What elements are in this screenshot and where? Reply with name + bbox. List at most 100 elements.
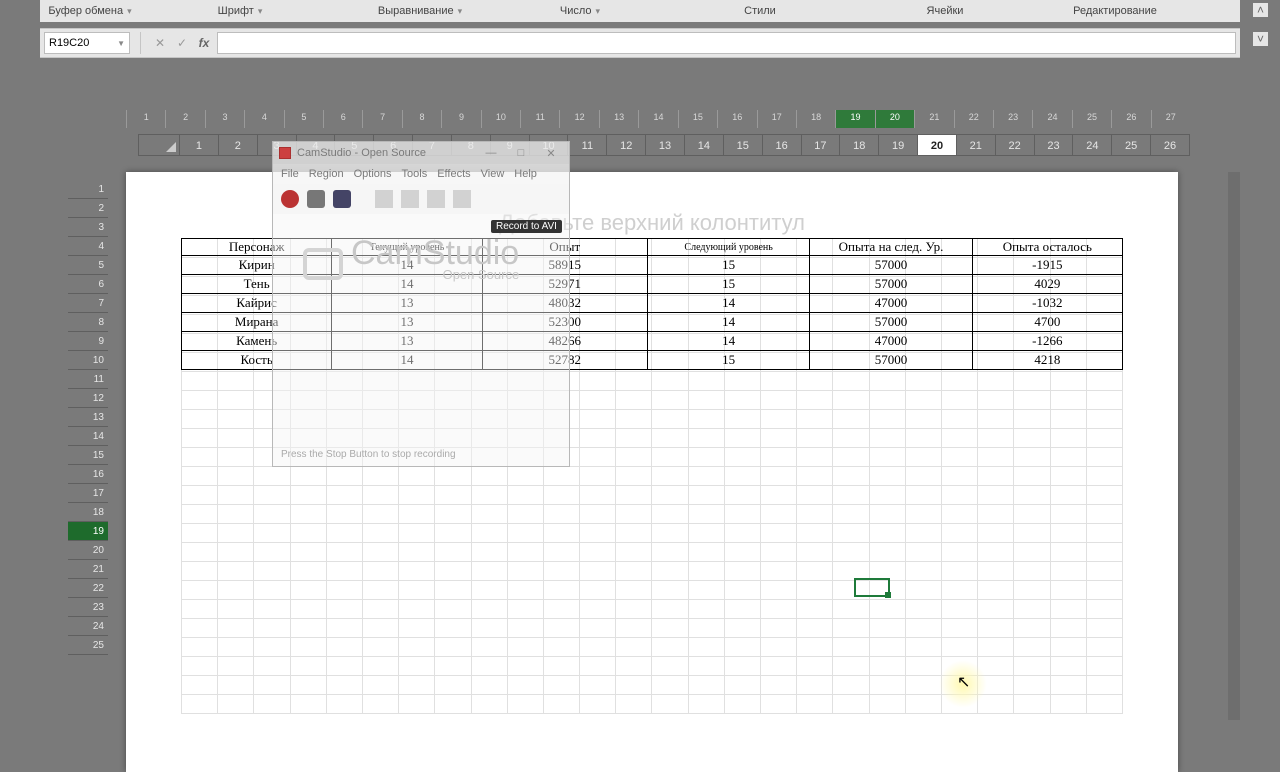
cell[interactable] xyxy=(254,524,290,543)
row-header[interactable]: 6 xyxy=(68,275,108,294)
cell[interactable] xyxy=(182,486,218,505)
cell[interactable] xyxy=(290,619,326,638)
cell[interactable] xyxy=(507,676,543,695)
cell[interactable] xyxy=(797,524,833,543)
cell[interactable] xyxy=(471,581,507,600)
cell[interactable] xyxy=(833,410,869,429)
cell[interactable] xyxy=(543,543,579,562)
cell[interactable] xyxy=(580,391,616,410)
cell[interactable] xyxy=(869,695,905,714)
cell[interactable] xyxy=(761,562,797,581)
camstudio-toolbar[interactable] xyxy=(273,184,569,214)
cell[interactable] xyxy=(1086,410,1122,429)
cell[interactable] xyxy=(1050,448,1086,467)
cell[interactable] xyxy=(616,429,652,448)
cell[interactable] xyxy=(941,467,977,486)
cell[interactable] xyxy=(1086,543,1122,562)
camstudio-menu-item[interactable]: Tools xyxy=(402,168,428,180)
cell[interactable] xyxy=(580,619,616,638)
cell[interactable] xyxy=(978,486,1014,505)
cell[interactable] xyxy=(471,562,507,581)
cell[interactable] xyxy=(435,695,471,714)
cell[interactable] xyxy=(254,486,290,505)
cell[interactable] xyxy=(1014,600,1050,619)
cell[interactable] xyxy=(797,676,833,695)
row-header[interactable]: 20 xyxy=(68,541,108,560)
cell[interactable] xyxy=(326,638,362,657)
cell[interactable] xyxy=(1014,505,1050,524)
cell[interactable] xyxy=(507,581,543,600)
row-header[interactable]: 2 xyxy=(68,199,108,218)
cell[interactable] xyxy=(761,372,797,391)
ribbon-group-editing[interactable]: Редактирование xyxy=(1030,5,1200,17)
cell[interactable] xyxy=(724,638,760,657)
cell[interactable] xyxy=(688,410,724,429)
cell[interactable] xyxy=(182,657,218,676)
cell[interactable] xyxy=(1086,581,1122,600)
row-header[interactable]: 25 xyxy=(68,636,108,655)
cell[interactable] xyxy=(869,543,905,562)
cell[interactable] xyxy=(290,657,326,676)
cell[interactable] xyxy=(869,676,905,695)
cell[interactable] xyxy=(1086,695,1122,714)
cell[interactable] xyxy=(869,619,905,638)
cell[interactable] xyxy=(761,429,797,448)
cell[interactable] xyxy=(1014,543,1050,562)
cell[interactable] xyxy=(1086,505,1122,524)
cell[interactable] xyxy=(652,467,688,486)
ribbon-group-number[interactable]: Число▾ xyxy=(500,5,660,17)
cell[interactable] xyxy=(218,619,254,638)
cell[interactable] xyxy=(218,410,254,429)
cell[interactable] xyxy=(616,372,652,391)
cell[interactable] xyxy=(1086,429,1122,448)
cell[interactable] xyxy=(1086,467,1122,486)
cell[interactable] xyxy=(905,429,941,448)
cell[interactable] xyxy=(435,619,471,638)
cell[interactable] xyxy=(652,410,688,429)
cell[interactable] xyxy=(507,562,543,581)
toolbar-icon[interactable] xyxy=(453,190,471,208)
cell[interactable] xyxy=(978,600,1014,619)
cell[interactable] xyxy=(1050,619,1086,638)
table-cell[interactable]: 4029 xyxy=(972,275,1122,294)
cell[interactable] xyxy=(543,695,579,714)
table-cell[interactable]: 14 xyxy=(647,313,809,332)
cell[interactable] xyxy=(724,695,760,714)
cell[interactable] xyxy=(905,486,941,505)
column-header[interactable]: 11 xyxy=(568,135,607,155)
cell[interactable] xyxy=(616,695,652,714)
column-header[interactable]: 25 xyxy=(1112,135,1151,155)
cell[interactable] xyxy=(580,543,616,562)
cell[interactable] xyxy=(254,600,290,619)
row-header[interactable]: 16 xyxy=(68,465,108,484)
cell[interactable] xyxy=(580,448,616,467)
cell[interactable] xyxy=(1050,391,1086,410)
cell[interactable] xyxy=(797,429,833,448)
cell[interactable] xyxy=(1014,448,1050,467)
camstudio-menu-item[interactable]: Options xyxy=(354,168,392,180)
cell[interactable] xyxy=(978,429,1014,448)
cell[interactable] xyxy=(326,619,362,638)
cell[interactable] xyxy=(833,676,869,695)
cell[interactable] xyxy=(724,429,760,448)
cell[interactable] xyxy=(761,448,797,467)
cell[interactable] xyxy=(507,524,543,543)
cell[interactable] xyxy=(761,543,797,562)
cell[interactable] xyxy=(761,619,797,638)
column-header[interactable]: 12 xyxy=(607,135,646,155)
cell[interactable] xyxy=(761,581,797,600)
cell[interactable] xyxy=(833,600,869,619)
cell[interactable] xyxy=(761,676,797,695)
ribbon-group-cells[interactable]: Ячейки xyxy=(860,5,1030,17)
cell[interactable] xyxy=(724,448,760,467)
row-header[interactable]: 15 xyxy=(68,446,108,465)
cell[interactable] xyxy=(399,581,435,600)
table-cell[interactable]: 57000 xyxy=(810,256,972,275)
cell[interactable] xyxy=(616,581,652,600)
toolbar-icon[interactable] xyxy=(427,190,445,208)
cell[interactable] xyxy=(833,448,869,467)
close-button[interactable]: ✕ xyxy=(539,147,563,160)
table-cell[interactable]: 57000 xyxy=(810,313,972,332)
table-cell[interactable]: 14 xyxy=(647,332,809,351)
ribbon-group-clipboard[interactable]: Буфер обмена▾ xyxy=(40,5,140,17)
